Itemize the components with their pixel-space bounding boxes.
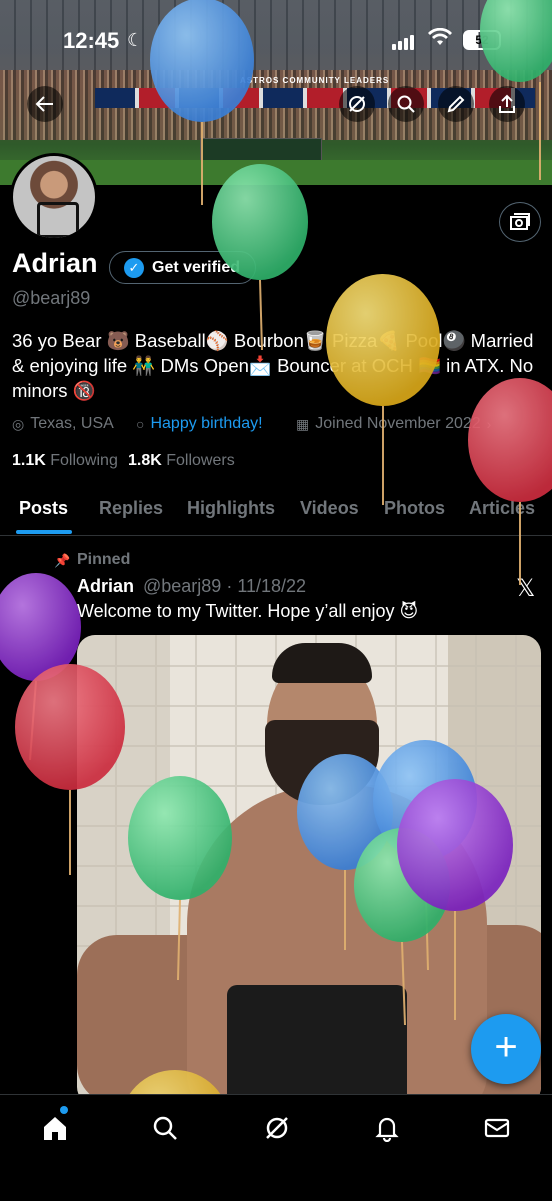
followers-label: Followers (166, 452, 235, 469)
status-time: 12:45 (63, 28, 120, 53)
followers-count: 1.8K (128, 452, 162, 469)
compose-button[interactable] (438, 86, 474, 122)
balloon-red-right (468, 378, 552, 585)
pinned-label: Pinned (77, 551, 131, 568)
share-button[interactable] (489, 86, 525, 122)
location-text: Texas, USA (30, 415, 114, 432)
x-logo-icon: 𝕏 (516, 575, 536, 602)
verified-badge-icon: ✓ (124, 257, 144, 278)
calendar-icon: ▦ (296, 415, 310, 432)
following-link[interactable]: 1.1K Following (12, 452, 118, 470)
photos-button[interactable] (499, 202, 541, 242)
balloon-icon: ○ (136, 416, 145, 432)
post-handle-date: @bearj89 · 11/18/22 (143, 576, 307, 596)
photo-icon (510, 213, 530, 230)
post-text: Welcome to my Twitter. Hope y’all enjoy … (77, 601, 419, 621)
grok-icon (266, 1117, 288, 1139)
search-button[interactable] (388, 86, 424, 122)
avatar[interactable] (10, 153, 98, 241)
compose-icon (447, 95, 465, 113)
grok-icon (349, 96, 365, 112)
bottom-navigation (0, 1094, 552, 1201)
profile-tabs: Posts Replies Highlights Videos Photos A… (0, 485, 552, 536)
nav-messages[interactable] (482, 1113, 512, 1143)
tab-replies[interactable]: Replies (99, 498, 163, 519)
profile-location: ◎ Texas, USA (12, 415, 114, 433)
balloon-purple-left (0, 573, 81, 761)
battery-icon: 52 (463, 30, 501, 50)
plus-icon: + (494, 1025, 518, 1069)
active-tab-indicator (16, 530, 72, 534)
banner-sign-text: ASTROS COMMUNITY LEADERS (240, 76, 390, 85)
profile-joined: ▦ Joined November 2022 › (296, 415, 497, 433)
back-button[interactable] (27, 86, 63, 122)
joined-text: Joined November 2022 (315, 415, 481, 432)
tab-photos[interactable]: Photos (384, 498, 445, 519)
nav-search[interactable] (150, 1113, 180, 1143)
compose-post-button[interactable]: + (471, 1014, 541, 1084)
following-count: 1.1K (12, 452, 46, 469)
profile-birthday[interactable]: ○ Happy birthday! (136, 415, 263, 433)
photo-hair (272, 643, 372, 683)
profile-name: Adrian (12, 248, 98, 278)
photo-shorts (227, 985, 407, 1105)
tab-posts[interactable]: Posts (19, 498, 68, 519)
notifications-icon (375, 1117, 399, 1142)
profile-handle: @bearj89 (12, 288, 91, 308)
following-label: Following (50, 452, 118, 469)
focus-moon-icon: ☾ (127, 30, 144, 50)
pin-icon: 📌 (54, 553, 71, 568)
messages-icon (484, 1118, 510, 1138)
get-verified-label: Get verified (152, 258, 241, 276)
post-media-image[interactable] (77, 635, 541, 1105)
share-icon (499, 94, 515, 113)
location-pin-icon: ◎ (12, 415, 25, 432)
avatar-harness (37, 202, 79, 238)
wifi-icon (428, 27, 452, 51)
followers-link[interactable]: 1.8K Followers (128, 452, 235, 470)
search-icon (153, 1116, 177, 1140)
tab-highlights[interactable]: Highlights (187, 498, 275, 519)
signal-icon (392, 32, 416, 50)
home-notification-dot (60, 1106, 68, 1114)
grok-button[interactable] (339, 86, 375, 122)
tab-articles[interactable]: Articles (469, 498, 535, 519)
tab-videos[interactable]: Videos (300, 498, 359, 519)
home-icon (44, 1117, 66, 1140)
nav-grok[interactable] (262, 1113, 292, 1143)
get-verified-button[interactable]: ✓ Get verified (109, 251, 256, 284)
nav-notifications[interactable] (372, 1113, 402, 1143)
search-icon (397, 95, 415, 113)
birthday-text: Happy birthday! (150, 415, 263, 432)
nav-home[interactable] (40, 1113, 70, 1143)
back-arrow-icon (35, 96, 53, 112)
profile-bio: 36 yo Bear 🐻 Baseball⚾️ Bourbon🥃 Pizza🍕 … (12, 330, 534, 401)
post-author[interactable]: Adrian (77, 576, 134, 597)
chevron-right-icon: › (486, 416, 492, 432)
